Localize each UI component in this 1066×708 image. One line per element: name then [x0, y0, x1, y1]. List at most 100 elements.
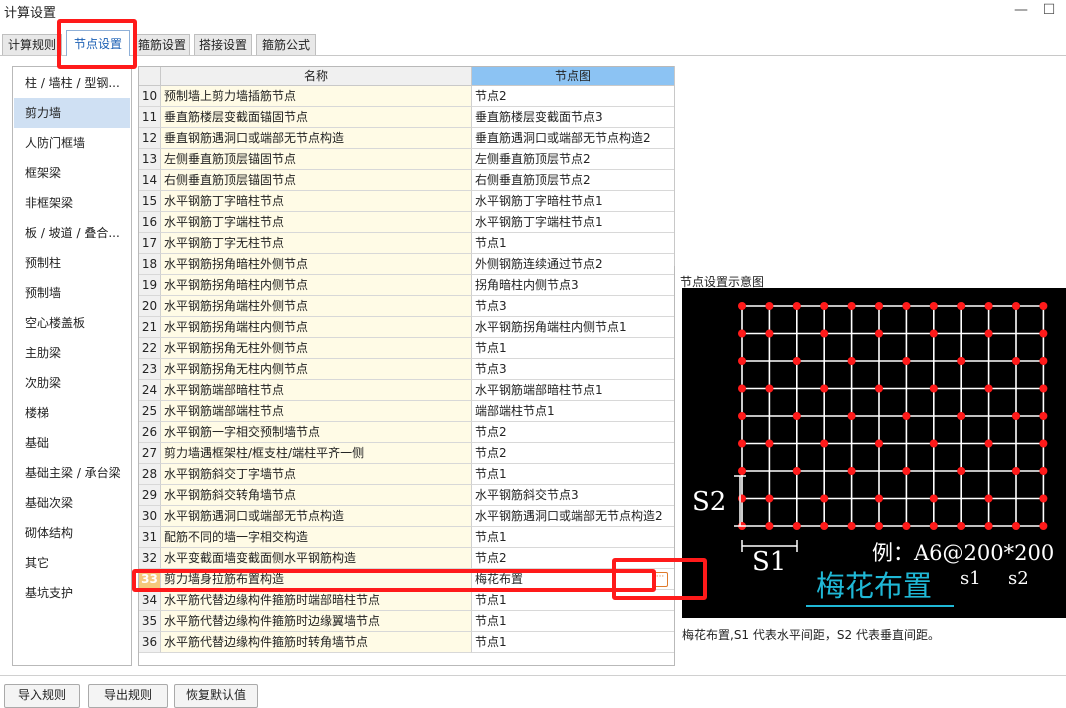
sidebar-item[interactable]: 人防门框墙 — [14, 128, 130, 158]
row-name-cell[interactable]: 水平钢筋拐角暗柱外侧节点 — [161, 254, 472, 275]
row-name-cell[interactable]: 水平筋代替边缘构件箍筋时端部暗柱节点 — [161, 590, 472, 611]
row-name-cell[interactable]: 垂直钢筋遇洞口或端部无节点构造 — [161, 128, 472, 149]
row-node-cell[interactable]: 节点2 — [472, 422, 674, 443]
row-node-cell[interactable]: 节点1 — [472, 632, 674, 653]
row-name-cell[interactable]: 水平筋代替边缘构件箍筋时边缘翼墙节点 — [161, 611, 472, 632]
sidebar-item[interactable]: 砌体结构 — [14, 518, 130, 548]
row-node-cell[interactable]: 节点2 — [472, 548, 674, 569]
row-name-cell[interactable]: 剪力墙遇框架柱/框支柱/端柱平齐一侧 — [161, 443, 472, 464]
row-name-cell[interactable]: 水平钢筋拐角无柱内侧节点 — [161, 359, 472, 380]
table-row[interactable]: 35 水平筋代替边缘构件箍筋时边缘翼墙节点 节点1 — [139, 611, 674, 632]
row-node-cell[interactable]: 水平钢筋丁字暗柱节点1 — [472, 191, 674, 212]
row-name-cell[interactable]: 水平钢筋拐角端柱内侧节点 — [161, 317, 472, 338]
sidebar-item[interactable]: 次肋梁 — [14, 368, 130, 398]
table-row[interactable]: 18 水平钢筋拐角暗柱外侧节点 外侧钢筋连续通过节点2 — [139, 254, 674, 275]
table-row[interactable]: 14 右侧垂直筋顶层锚固节点 右侧垂直筋顶层节点2 — [139, 170, 674, 191]
sidebar-item[interactable]: 板 / 坡道 / 叠合... — [14, 218, 130, 248]
row-node-cell[interactable]: 端部端柱节点1 — [472, 401, 674, 422]
row-name-cell[interactable]: 水平筋代替边缘构件箍筋时转角墙节点 — [161, 632, 472, 653]
tab-calc-rules[interactable]: 计算规则 — [2, 34, 62, 55]
row-name-cell[interactable]: 水平钢筋拐角无柱外侧节点 — [161, 338, 472, 359]
sidebar-item[interactable]: 基坑支护 — [14, 578, 130, 608]
export-rules-button[interactable]: 导出规则 — [88, 684, 168, 708]
row-name-cell[interactable]: 左侧垂直筋顶层锚固节点 — [161, 149, 472, 170]
table-row[interactable]: 10 预制墙上剪力墙插筋节点 节点2 — [139, 86, 674, 107]
minimize-button[interactable]: — — [1009, 0, 1033, 20]
row-node-cell[interactable]: 节点3 — [472, 296, 674, 317]
sidebar-item[interactable]: 基础次梁 — [14, 488, 130, 518]
table-row[interactable]: 17 水平钢筋丁字无柱节点 节点1 — [139, 233, 674, 254]
row-node-cell[interactable]: 水平钢筋遇洞口或端部无节点构造2 — [472, 506, 674, 527]
row-node-cell[interactable]: 节点3 — [472, 359, 674, 380]
row-node-cell[interactable]: 水平钢筋丁字端柱节点1 — [472, 212, 674, 233]
row-node-cell[interactable]: 右侧垂直筋顶层节点2 — [472, 170, 674, 191]
sidebar-item[interactable]: 基础主梁 / 承台梁 — [14, 458, 130, 488]
tab-stirrup-settings[interactable]: 箍筋设置 — [134, 34, 190, 55]
node-column-header[interactable]: 节点图 — [472, 67, 674, 86]
sidebar-item[interactable]: 空心楼盖板 — [14, 308, 130, 338]
row-name-cell[interactable]: 预制墙上剪力墙插筋节点 — [161, 86, 472, 107]
row-name-cell[interactable]: 水平变截面墙变截面侧水平钢筋构造 — [161, 548, 472, 569]
row-node-cell[interactable]: 节点1 — [472, 338, 674, 359]
row-name-cell[interactable]: 右侧垂直筋顶层锚固节点 — [161, 170, 472, 191]
name-column-header[interactable]: 名称 — [161, 67, 472, 86]
row-node-cell[interactable]: 垂直筋遇洞口或端部无节点构造2 — [472, 128, 674, 149]
row-name-cell[interactable]: 水平钢筋斜交转角墙节点 — [161, 485, 472, 506]
row-name-cell[interactable]: 水平钢筋斜交丁字墙节点 — [161, 464, 472, 485]
row-name-cell[interactable]: 水平钢筋拐角暗柱内侧节点 — [161, 275, 472, 296]
table-row[interactable]: 20 水平钢筋拐角端柱外侧节点 节点3 — [139, 296, 674, 317]
table-row[interactable]: 36 水平筋代替边缘构件箍筋时转角墙节点 节点1 — [139, 632, 674, 653]
table-row[interactable]: 12 垂直钢筋遇洞口或端部无节点构造 垂直筋遇洞口或端部无节点构造2 — [139, 128, 674, 149]
table-row[interactable]: 34 水平筋代替边缘构件箍筋时端部暗柱节点 节点1 — [139, 590, 674, 611]
row-name-cell[interactable]: 水平钢筋端部端柱节点 — [161, 401, 472, 422]
table-row[interactable]: 19 水平钢筋拐角暗柱内侧节点 拐角暗柱内侧节点3 — [139, 275, 674, 296]
tab-node-settings[interactable]: 节点设置 — [66, 30, 130, 56]
import-rules-button[interactable]: 导入规则 — [4, 684, 80, 708]
table-row[interactable]: 31 配筋不同的墙一字相交构造 节点1 — [139, 527, 674, 548]
table-row[interactable]: 15 水平钢筋丁字暗柱节点 水平钢筋丁字暗柱节点1 — [139, 191, 674, 212]
node-more-button[interactable]: ··· — [652, 572, 668, 587]
sidebar-item[interactable]: 预制柱 — [14, 248, 130, 278]
table-row[interactable]: 32 水平变截面墙变截面侧水平钢筋构造 节点2 — [139, 548, 674, 569]
sidebar-item[interactable]: 剪力墙 — [14, 98, 130, 128]
row-name-cell[interactable]: 水平钢筋拐角端柱外侧节点 — [161, 296, 472, 317]
row-name-cell[interactable]: 垂直筋楼层变截面锚固节点 — [161, 107, 472, 128]
sidebar-item[interactable]: 基础 — [14, 428, 130, 458]
row-node-cell[interactable]: 节点2 — [472, 86, 674, 107]
row-node-cell[interactable]: 左侧垂直筋顶层节点2 — [472, 149, 674, 170]
row-node-cell[interactable]: 垂直筋楼层变截面节点3 — [472, 107, 674, 128]
row-node-cell[interactable]: 节点2 — [472, 443, 674, 464]
table-row[interactable]: 29 水平钢筋斜交转角墙节点 水平钢筋斜交节点3 — [139, 485, 674, 506]
table-row[interactable]: 24 水平钢筋端部暗柱节点 水平钢筋端部暗柱节点1 — [139, 380, 674, 401]
table-row[interactable]: 30 水平钢筋遇洞口或端部无节点构造 水平钢筋遇洞口或端部无节点构造2 — [139, 506, 674, 527]
row-node-cell[interactable]: 节点1 — [472, 527, 674, 548]
row-name-cell[interactable]: 水平钢筋丁字无柱节点 — [161, 233, 472, 254]
row-node-cell[interactable]: 拐角暗柱内侧节点3 — [472, 275, 674, 296]
row-name-cell[interactable]: 水平钢筋丁字端柱节点 — [161, 212, 472, 233]
table-row[interactable]: 11 垂直筋楼层变截面锚固节点 垂直筋楼层变截面节点3 — [139, 107, 674, 128]
restore-defaults-button[interactable]: 恢复默认值 — [174, 684, 258, 708]
row-node-cell[interactable]: 节点1 — [472, 233, 674, 254]
sidebar-item[interactable]: 框架梁 — [14, 158, 130, 188]
row-node-cell[interactable]: 外侧钢筋连续通过节点2 — [472, 254, 674, 275]
table-row[interactable]: 16 水平钢筋丁字端柱节点 水平钢筋丁字端柱节点1 — [139, 212, 674, 233]
maximize-button[interactable]: ☐ — [1037, 0, 1061, 20]
table-row[interactable]: 22 水平钢筋拐角无柱外侧节点 节点1 — [139, 338, 674, 359]
row-node-cell[interactable]: 节点1 — [472, 611, 674, 632]
row-name-cell[interactable]: 水平钢筋一字相交预制墙节点 — [161, 422, 472, 443]
table-row[interactable]: 25 水平钢筋端部端柱节点 端部端柱节点1 — [139, 401, 674, 422]
table-row[interactable]: 27 剪力墙遇框架柱/框支柱/端柱平齐一侧 节点2 — [139, 443, 674, 464]
row-name-cell[interactable]: 剪力墙身拉筋布置构造 — [161, 569, 472, 590]
table-row[interactable]: 28 水平钢筋斜交丁字墙节点 节点1 — [139, 464, 674, 485]
row-name-cell[interactable]: 水平钢筋端部暗柱节点 — [161, 380, 472, 401]
row-name-cell[interactable]: 配筋不同的墙一字相交构造 — [161, 527, 472, 548]
sidebar-item[interactable]: 预制墙 — [14, 278, 130, 308]
row-node-cell[interactable]: 梅花布置 ··· — [472, 569, 674, 590]
sidebar-item[interactable]: 其它 — [14, 548, 130, 578]
tab-stirrup-formula[interactable]: 箍筋公式 — [256, 34, 316, 55]
row-name-cell[interactable]: 水平钢筋丁字暗柱节点 — [161, 191, 472, 212]
table-row[interactable]: 23 水平钢筋拐角无柱内侧节点 节点3 — [139, 359, 674, 380]
sidebar-item[interactable]: 主肋梁 — [14, 338, 130, 368]
row-node-cell[interactable]: 水平钢筋斜交节点3 — [472, 485, 674, 506]
row-node-cell[interactable]: 水平钢筋拐角端柱内侧节点1 — [472, 317, 674, 338]
